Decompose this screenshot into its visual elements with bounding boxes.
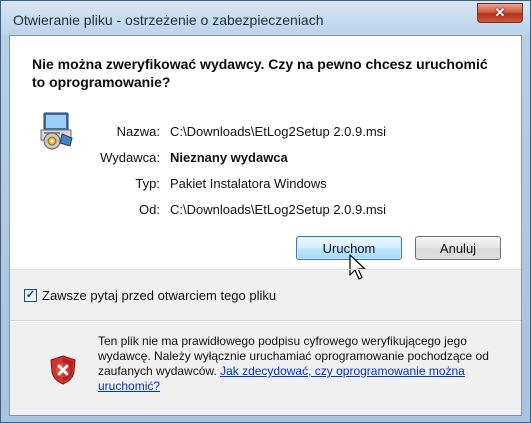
unsigned-warning-message: Ten plik nie ma prawidłowego podpisu cyf… xyxy=(98,334,498,394)
always-ask-checkbox[interactable]: ✓ xyxy=(24,289,37,302)
file-type-label: Typ: xyxy=(135,176,160,191)
title-bar[interactable]: Otwieranie pliku - ostrzeżenie o zabezpi… xyxy=(1,1,530,35)
panel-divider xyxy=(10,269,521,270)
always-ask-label[interactable]: Zawsze pytaj przed otwarciem tego pliku xyxy=(42,288,276,303)
source-value: C:\Downloads\EtLog2Setup 2.0.9.msi xyxy=(170,202,387,217)
details-panel: Nie można zweryfikować wydawcy. Czy na p… xyxy=(10,36,521,280)
close-icon: ✕ xyxy=(494,5,506,20)
security-warning-window: Otwieranie pliku - ostrzeżenie o zabezpi… xyxy=(0,0,531,423)
warning-headline: Nie można zweryfikować wydawcy. Czy na p… xyxy=(32,56,488,90)
file-name-label: Nazwa: xyxy=(116,124,160,139)
mouse-pointer-icon xyxy=(349,254,366,280)
window-title: Otwieranie pliku - ostrzeżenie o zabezpi… xyxy=(13,12,324,28)
checkmark-icon: ✓ xyxy=(25,289,36,301)
file-name-value: C:\Downloads\EtLog2Setup 2.0.9.msi xyxy=(170,124,387,139)
source-label: Od: xyxy=(139,202,160,217)
close-button[interactable]: ✕ xyxy=(477,3,523,23)
publisher-label: Wydawca: xyxy=(100,150,160,165)
file-type-value: Pakiet Instalatora Windows xyxy=(170,176,327,191)
warning-divider-highlight xyxy=(10,321,521,322)
publisher-value: Nieznany wydawca xyxy=(170,150,288,165)
security-shield-error-icon xyxy=(50,355,76,385)
dialog-body: Nie można zweryfikować wydawcy. Czy na p… xyxy=(9,35,522,416)
cancel-button[interactable]: Anuluj xyxy=(415,236,501,260)
